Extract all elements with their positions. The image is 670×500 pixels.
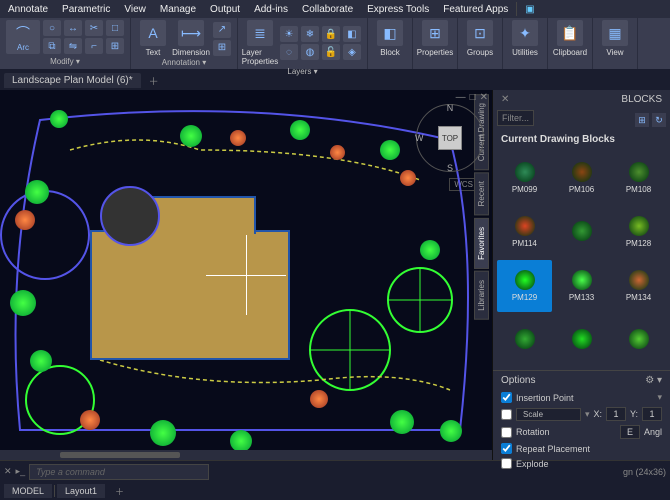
ribbon: ⌒Arc ○↔✂□ ⧉⇋⌐⊞ Modify ▾ AText ⟼Dimension… (0, 18, 670, 70)
tab-annotate[interactable]: Annotate (2, 2, 54, 17)
block-tile-PM128[interactable]: PM128 (611, 206, 666, 258)
scale-checkbox[interactable] (501, 409, 512, 420)
clipboard-panel[interactable]: 📋Clipboard (554, 20, 586, 57)
layer-freeze[interactable]: ❄ (301, 26, 319, 42)
panel-close-icon[interactable]: ✕ (501, 94, 509, 105)
dimension-tool[interactable]: ⟼Dimension (175, 20, 207, 57)
block-tile-PM114[interactable]: PM114 (497, 206, 552, 258)
block-tile-10[interactable] (554, 314, 609, 366)
blocks-title: BLOCKS (621, 94, 662, 105)
tab-addins[interactable]: Add-ins (248, 2, 294, 17)
options-title: Options (501, 375, 535, 386)
new-tab-button[interactable]: ＋ (145, 73, 163, 88)
block-grid: PM099PM106PM108 PM114 PM128 PM129PM133PM134 (493, 148, 670, 370)
side-tab-favorites[interactable]: Favorites (474, 218, 489, 269)
gear-icon[interactable]: ⚙ ▾ (645, 375, 662, 386)
block-tile-PM129[interactable]: PM129 (497, 260, 552, 312)
side-tab-libraries[interactable]: Libraries (474, 271, 489, 320)
layout-tabs: MODEL Layout1 ＋ (0, 482, 670, 500)
block-tile-PM133[interactable]: PM133 (554, 260, 609, 312)
layer-thaw[interactable]: ◍ (301, 44, 319, 60)
rotation-checkbox[interactable] (501, 427, 512, 438)
insertion-checkbox[interactable] (501, 392, 512, 403)
groups-panel[interactable]: ⊡Groups (464, 20, 496, 57)
block-tile-PM108[interactable]: PM108 (611, 152, 666, 204)
layer-on[interactable]: ☀ (280, 26, 298, 42)
sync-icon[interactable]: ↻ (652, 113, 666, 127)
properties-panel[interactable]: ⊞Properties (419, 20, 451, 57)
rotation-label: Rotation (516, 427, 550, 437)
view-cube[interactable]: N S E W TOP (416, 104, 484, 172)
document-tab[interactable]: Landscape Plan Model (6)* (4, 73, 141, 88)
command-input[interactable]: Type a command (29, 464, 209, 480)
section-title: Current Drawing Blocks (493, 131, 670, 148)
annotation-label[interactable]: Annotation ▾ (137, 57, 231, 68)
add-layout-button[interactable]: ＋ (107, 483, 132, 500)
rect-tool[interactable]: □ (106, 20, 124, 36)
scale-y[interactable]: 1 (642, 407, 662, 421)
utilities-panel[interactable]: ✦Utilities (509, 20, 541, 57)
arc-tool[interactable]: ⌒Arc (6, 20, 40, 54)
side-tab-recent[interactable]: Recent (474, 172, 489, 215)
rotation-e[interactable]: E (620, 425, 640, 439)
block-tile-9[interactable] (497, 314, 552, 366)
circle-tool[interactable]: ○ (43, 20, 61, 36)
tab-collaborate[interactable]: Collaborate (296, 2, 359, 17)
layout1-tab[interactable]: Layout1 (57, 484, 105, 498)
layer-lock[interactable]: 🔒 (322, 26, 340, 42)
building-footprint (90, 230, 290, 360)
text-tool[interactable]: AText (137, 20, 169, 57)
cmd-prompt-icon: ▸_ (16, 466, 26, 477)
leader-tool[interactable]: ↗ (213, 22, 231, 38)
repeat-label: Repeat Placement (516, 444, 590, 454)
app-icon[interactable]: ▣ (519, 2, 540, 17)
block-tile-PM099[interactable]: PM099 (497, 152, 552, 204)
array-tool[interactable]: ⊞ (106, 38, 124, 54)
layer-unlock[interactable]: 🔓 (322, 44, 340, 60)
tab-output[interactable]: Output (204, 2, 246, 17)
mirror-tool[interactable]: ⇋ (64, 38, 82, 54)
layers-label[interactable]: Layers ▾ (244, 66, 361, 77)
tab-express[interactable]: Express Tools (361, 2, 435, 17)
layer-properties-tool[interactable]: ≣Layer Properties (244, 20, 276, 66)
explode-label: Explode (516, 459, 549, 469)
scale-x[interactable]: 1 (606, 407, 626, 421)
scale-dropdown[interactable]: Scale (516, 408, 581, 421)
drawing-canvas[interactable]: — □ ✕ N S E W TOP WCS (0, 90, 492, 460)
trim-tool[interactable]: ✂ (85, 20, 103, 36)
model-tab[interactable]: MODEL (4, 484, 52, 498)
filter-mode-icon[interactable]: ⊞ (635, 113, 649, 127)
tab-manage[interactable]: Manage (154, 2, 202, 17)
block-tile-4[interactable] (554, 206, 609, 258)
block-tile-PM134[interactable]: PM134 (611, 260, 666, 312)
close-icon[interactable]: ✕ (480, 92, 488, 103)
tab-parametric[interactable]: Parametric (56, 2, 116, 17)
tab-featured[interactable]: Featured Apps (437, 2, 514, 17)
layer-color[interactable]: ◧ (343, 26, 361, 42)
view-panel[interactable]: ▦View (599, 20, 631, 57)
minimize-icon[interactable]: — (456, 92, 466, 103)
fillet-tool[interactable]: ⌐ (85, 38, 103, 54)
copy-tool[interactable]: ⧉ (43, 38, 61, 54)
blocks-panel: Current Drawing Recent Favorites Librari… (492, 90, 670, 460)
cmd-close-icon[interactable]: ✕ (4, 466, 12, 477)
tab-view[interactable]: View (118, 2, 152, 17)
viewcube-top[interactable]: TOP (438, 126, 462, 150)
repeat-checkbox[interactable] (501, 443, 512, 454)
horizontal-scrollbar[interactable] (0, 450, 492, 460)
block-tile-PM106[interactable]: PM106 (554, 152, 609, 204)
insertion-label: Insertion Point (516, 393, 574, 403)
menu-tabs: Annotate Parametric View Manage Output A… (0, 0, 670, 18)
block-panel[interactable]: ◧Block (374, 20, 406, 57)
restore-icon[interactable]: □ (470, 92, 476, 103)
modify-label[interactable]: Modify ▾ (6, 56, 124, 67)
explode-checkbox[interactable] (501, 458, 512, 469)
layer-match[interactable]: ◈ (343, 44, 361, 60)
block-tile-11[interactable] (611, 314, 666, 366)
layer-off[interactable]: ◌ (280, 44, 298, 60)
move-tool[interactable]: ↔ (64, 20, 82, 36)
table-tool[interactable]: ⊞ (213, 40, 231, 56)
filter-input[interactable]: Filter... (497, 110, 534, 126)
